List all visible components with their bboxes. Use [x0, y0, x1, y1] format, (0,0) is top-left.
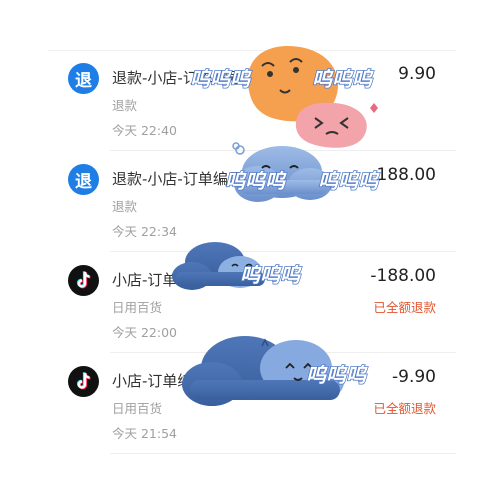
transaction-row[interactable]: 退 退款-小店-订单编号 9.90 退款 今天 22:40	[48, 50, 456, 151]
transaction-list: 退 退款-小店-订单编号 9.90 退款 今天 22:40 退 退款-小店-订单…	[48, 50, 456, 454]
transaction-title: 小店-订单编号	[112, 271, 208, 289]
refund-icon: 退	[68, 164, 99, 195]
transaction-amount: 9.90	[398, 64, 436, 84]
transaction-row[interactable]: 退 退款-小店-订单编号 188.00 退款 今天 22:34	[48, 151, 456, 252]
transaction-amount: -188.00	[370, 266, 436, 286]
transaction-category: 日用百货	[112, 300, 163, 315]
transaction-amount: 188.00	[376, 165, 436, 185]
divider	[110, 453, 456, 454]
tiktok-icon	[68, 265, 99, 296]
tiktok-icon	[68, 366, 99, 397]
transaction-time: 今天 22:40	[112, 123, 177, 138]
transaction-category: 退款	[112, 199, 138, 214]
refund-icon: 退	[68, 63, 99, 94]
divider	[48, 50, 456, 51]
refund-status: 已全额退款	[373, 401, 436, 416]
transaction-title: 小店-订单编号	[112, 372, 208, 390]
transaction-title: 退款-小店-订单编号	[112, 69, 243, 87]
transaction-category: 日用百货	[112, 401, 163, 416]
transaction-time: 今天 22:00	[112, 325, 177, 340]
transaction-time: 今天 22:34	[112, 224, 177, 239]
transaction-row[interactable]: 小店-订单编号 -9.90 日用百货 已全额退款 今天 21:54	[48, 353, 456, 454]
transaction-row[interactable]: 小店-订单编号 -188.00 日用百货 已全额退款 今天 22:00	[48, 252, 456, 353]
transaction-category: 退款	[112, 98, 138, 113]
transaction-title: 退款-小店-订单编号	[112, 170, 243, 188]
transaction-time: 今天 21:54	[112, 426, 177, 441]
refund-status: 已全额退款	[373, 300, 436, 315]
transaction-amount: -9.90	[392, 367, 436, 387]
